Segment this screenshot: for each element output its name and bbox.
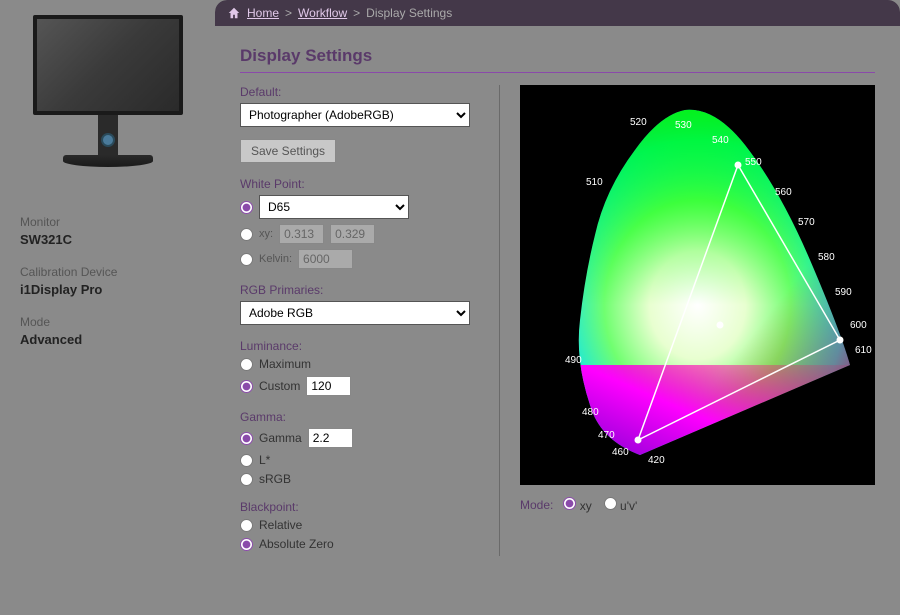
chart-mode-label: Mode: [520, 498, 553, 512]
whitepoint-xy-radio[interactable] [240, 228, 253, 241]
svg-text:510: 510 [586, 177, 603, 188]
blackpoint-label: Blackpoint: [240, 500, 489, 514]
svg-text:490: 490 [565, 355, 582, 366]
chromaticity-diagram: 420 460 470 480 490 510 520 530 540 550 … [520, 85, 875, 485]
breadcrumb-workflow[interactable]: Workflow [298, 6, 347, 20]
monitor-label: Monitor [20, 215, 195, 229]
save-button[interactable]: Save Settings [240, 139, 336, 163]
svg-text:600: 600 [850, 320, 867, 331]
svg-text:520: 520 [630, 117, 647, 128]
luminance-max-label: Maximum [259, 357, 311, 371]
luminance-custom-label: Custom [259, 379, 300, 393]
svg-text:530: 530 [675, 120, 692, 131]
gamma-lstar-label: L* [259, 453, 270, 467]
breadcrumb-home[interactable]: Home [247, 6, 279, 20]
mode-value: Advanced [20, 332, 195, 347]
whitepoint-xy-label: xy: [259, 228, 273, 240]
blackpoint-relative-label: Relative [259, 518, 302, 532]
gamma-label: Gamma: [240, 410, 489, 424]
default-select[interactable]: Photographer (AdobeRGB) [240, 103, 470, 127]
sidebar: Monitor SW321C Calibration Device i1Disp… [0, 0, 215, 615]
svg-text:590: 590 [835, 287, 852, 298]
breadcrumb: Home > Workflow > Display Settings [215, 0, 900, 26]
whitepoint-kelvin-label: Kelvin: [259, 253, 292, 265]
whitepoint-kelvin-radio[interactable] [240, 253, 253, 266]
gamma-value-input[interactable] [308, 428, 353, 448]
whitepoint-kelvin-input[interactable] [298, 249, 353, 269]
svg-text:540: 540 [712, 135, 729, 146]
blackpoint-absolute-radio[interactable] [240, 538, 253, 551]
luminance-max-radio[interactable] [240, 358, 253, 371]
monitor-image [33, 15, 183, 175]
svg-text:610: 610 [855, 345, 872, 356]
blackpoint-absolute-label: Absolute Zero [259, 537, 334, 551]
gamma-srgb-label: sRGB [259, 472, 291, 486]
svg-text:580: 580 [818, 252, 835, 263]
svg-text:560: 560 [775, 187, 792, 198]
svg-text:460: 460 [612, 447, 629, 458]
whitepoint-y-input[interactable] [330, 224, 375, 244]
calibration-device-value: i1Display Pro [20, 282, 195, 297]
whitepoint-preset-radio[interactable] [240, 201, 253, 214]
whitepoint-label: White Point: [240, 177, 489, 191]
home-icon[interactable] [227, 6, 241, 20]
svg-text:470: 470 [598, 430, 615, 441]
chart-mode-xy[interactable]: xy [563, 497, 591, 513]
breadcrumb-separator: > [285, 6, 292, 20]
svg-text:550: 550 [745, 157, 762, 168]
breadcrumb-separator: > [353, 6, 360, 20]
breadcrumb-current: Display Settings [366, 6, 452, 20]
chart-mode-uv[interactable]: u'v' [604, 497, 638, 513]
rgb-primaries-select[interactable]: Adobe RGB [240, 301, 470, 325]
whitepoint-x-input[interactable] [279, 224, 324, 244]
main-panel: Home > Workflow > Display Settings Displ… [215, 0, 900, 615]
monitor-value: SW321C [20, 232, 195, 247]
svg-text:480: 480 [582, 407, 599, 418]
blackpoint-relative-radio[interactable] [240, 519, 253, 532]
gamma-lstar-radio[interactable] [240, 454, 253, 467]
luminance-custom-radio[interactable] [240, 380, 253, 393]
rgb-primaries-label: RGB Primaries: [240, 283, 489, 297]
settings-form: Default: Photographer (AdobeRGB) Save Se… [240, 85, 500, 556]
page-title: Display Settings [240, 46, 875, 73]
default-label: Default: [240, 85, 489, 99]
gamma-gamma-label: Gamma [259, 431, 302, 445]
whitepoint-preset-select[interactable]: D65 [259, 195, 409, 219]
gamma-srgb-radio[interactable] [240, 473, 253, 486]
gamma-gamma-radio[interactable] [240, 432, 253, 445]
mode-label: Mode [20, 315, 195, 329]
calibration-device-label: Calibration Device [20, 265, 195, 279]
chart-column: 420 460 470 480 490 510 520 530 540 550 … [520, 85, 875, 556]
luminance-label: Luminance: [240, 339, 489, 353]
svg-text:570: 570 [798, 217, 815, 228]
svg-text:420: 420 [648, 455, 665, 466]
luminance-custom-input[interactable] [306, 376, 351, 396]
